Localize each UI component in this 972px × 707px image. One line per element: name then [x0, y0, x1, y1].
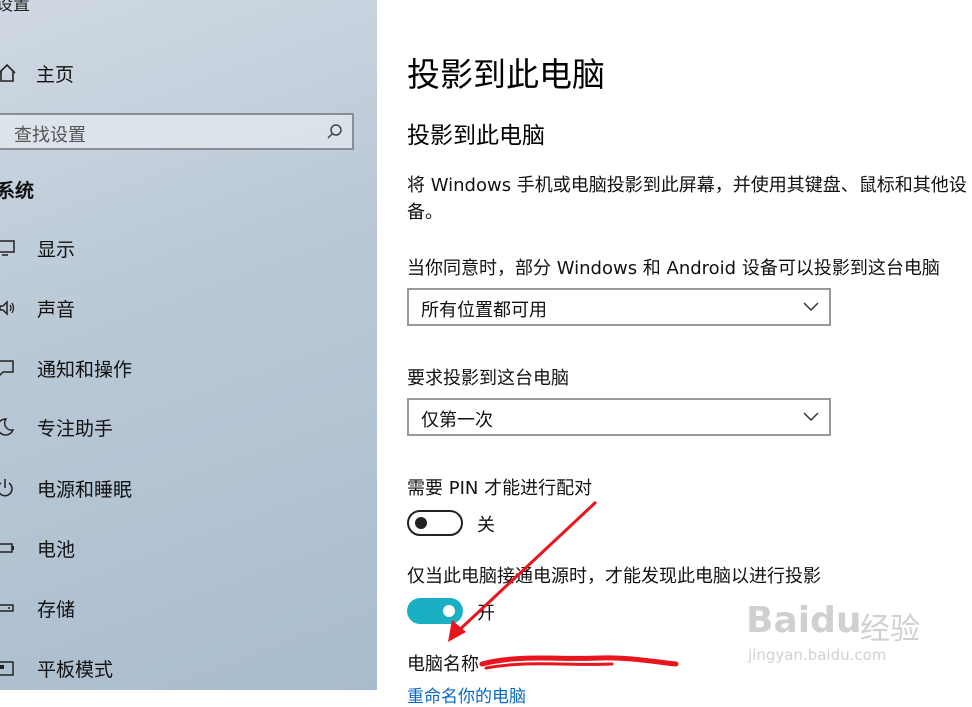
section-header-system: 系统 [0, 180, 35, 202]
sidebar-item-sound[interactable]: 声音 [0, 292, 377, 324]
page-title: 投影到此电脑 [407, 55, 605, 94]
toggle-knob [443, 605, 455, 617]
search-icon [327, 124, 342, 139]
availability-dropdown[interactable]: 所有位置都可用 [407, 288, 831, 326]
sidebar-item-focus-assist[interactable]: 专注助手 [0, 411, 377, 443]
sidebar-item-label: 声音 [37, 298, 76, 321]
watermark-sub: 经验 [860, 612, 920, 647]
power-toggle[interactable] [407, 598, 463, 624]
availability-label: 当你同意时，部分 Windows 和 Android 设备可以投影到这台电脑 [407, 258, 940, 279]
drive-icon [0, 604, 14, 612]
rename-pc-link[interactable]: 重命名你的电脑 [407, 682, 526, 707]
home-icon [0, 63, 16, 82]
message-icon [0, 360, 14, 377]
window-title: 设置 [0, 0, 30, 15]
sidebar-item-label: 平板模式 [37, 658, 114, 681]
description-text: 将 Windows 手机或电脑投影到此屏幕，并使用其键盘、鼠标和其他设备。 [407, 175, 967, 223]
sidebar-item-label: 存储 [37, 598, 76, 621]
section-title: 投影到此电脑 [407, 123, 545, 149]
availability-value: 所有位置都可用 [421, 300, 547, 321]
power-icon [0, 479, 13, 497]
sidebar-item-display[interactable]: 显示 [0, 232, 377, 264]
sidebar-home[interactable]: 主页 [0, 58, 74, 88]
pin-label: 需要 PIN 才能进行配对 [407, 478, 593, 499]
request-label: 要求投影到这台电脑 [407, 368, 569, 389]
pin-toggle-state: 关 [477, 515, 495, 536]
sidebar-item-tablet-mode[interactable]: 平板模式 [0, 652, 377, 684]
sidebar-item-label: 显示 [37, 238, 76, 261]
search-placeholder: 查找设置 [14, 125, 86, 146]
request-dropdown[interactable]: 仅第一次 [407, 398, 831, 436]
sidebar-item-battery[interactable]: 电池 [0, 532, 377, 564]
tablet-icon [0, 661, 14, 676]
sidebar-home-label: 主页 [36, 63, 75, 86]
chevron-down-icon [803, 302, 819, 312]
toggle-knob [415, 517, 427, 529]
monitor-icon [0, 240, 15, 256]
sidebar: 设置 主页 查找设置 系统 显示 声音 通知和操作 专注助手 电源和睡眠 电池 [0, 0, 377, 690]
watermark-url: jingyan.baidu.com [748, 646, 887, 664]
baidu-watermark: Baidu 经验 jingyan.baidu.com [742, 580, 972, 690]
speaker-icon [0, 300, 15, 316]
sidebar-item-storage[interactable]: 存储 [0, 592, 377, 624]
sidebar-item-notifications[interactable]: 通知和操作 [0, 352, 377, 384]
sidebar-item-label: 专注助手 [37, 417, 114, 440]
search-input[interactable]: 查找设置 [0, 113, 354, 150]
request-value: 仅第一次 [421, 410, 493, 431]
watermark-brand: Baidu [746, 600, 862, 641]
power-toggle-state: 开 [477, 603, 495, 624]
moon-icon [0, 418, 15, 436]
chevron-down-icon [803, 412, 819, 422]
battery-icon [0, 543, 14, 553]
pc-name-label: 电脑名称 [407, 654, 479, 675]
pin-toggle[interactable] [407, 510, 463, 536]
sidebar-item-label: 通知和操作 [37, 358, 133, 381]
sidebar-item-label: 电池 [37, 538, 76, 561]
sidebar-item-power-sleep[interactable]: 电源和睡眠 [0, 472, 377, 504]
sidebar-item-label: 电源和睡眠 [37, 478, 133, 501]
